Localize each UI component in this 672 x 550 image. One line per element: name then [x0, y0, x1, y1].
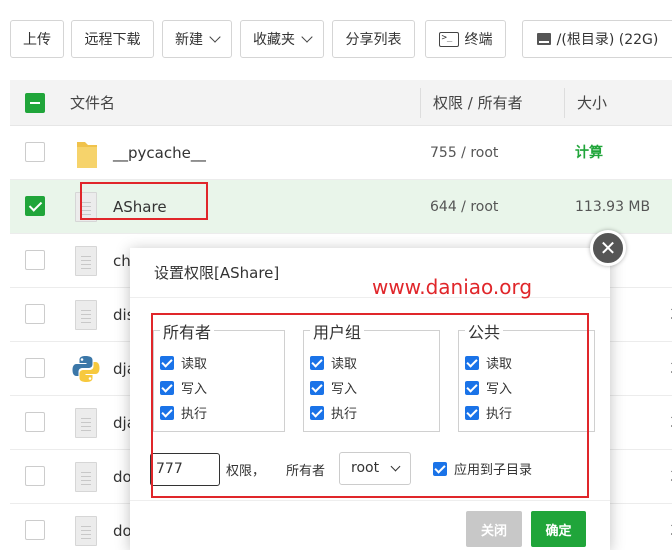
header-perm[interactable]: 权限 / 所有者 [433, 80, 523, 126]
header-size[interactable]: 大小 [577, 80, 607, 126]
row-checkbox[interactable] [25, 142, 45, 162]
file-icon [75, 462, 97, 492]
disk-button[interactable]: /(根目录) (22G) [522, 20, 672, 58]
row-checkbox[interactable] [25, 412, 45, 432]
file-name[interactable]: do [113, 450, 132, 504]
file-size: 113.93 MB [575, 199, 651, 215]
file-icon [75, 408, 97, 438]
toolbar: 上传 远程下载 新建 收藏夹 分享列表 >_ 终端 /(根目录) (22G) [0, 0, 672, 80]
dialog-title: 设置权限[AShare] [130, 248, 610, 298]
favorites-dropdown-button[interactable]: 收藏夹 [240, 20, 324, 58]
table-header: 文件名 权限 / 所有者 大小 [10, 80, 672, 126]
file-name[interactable]: do [113, 504, 132, 550]
file-name[interactable]: ch [113, 234, 131, 288]
chevron-down-icon [301, 31, 313, 43]
highlight-box-file [80, 182, 208, 220]
file-name[interactable]: __pycache__ [113, 126, 206, 180]
calculate-size-link[interactable]: 计算 [575, 126, 603, 180]
chevron-down-icon [209, 31, 221, 43]
file-icon [75, 246, 97, 276]
row-checkbox[interactable] [25, 250, 45, 270]
header-divider [420, 88, 421, 118]
table-row[interactable]: __pycache__ 755 / root 计算 [10, 126, 672, 180]
confirm-button[interactable]: 确定 [531, 511, 586, 547]
terminal-button[interactable]: >_ 终端 [425, 20, 506, 58]
file-perm[interactable]: 755 / root [430, 126, 498, 180]
dialog-footer-divider [130, 500, 610, 501]
disk-icon [536, 33, 551, 45]
watermark: www.daniao.org [372, 275, 533, 299]
remote-download-button[interactable]: 远程下载 [71, 20, 154, 58]
close-button[interactable]: 关闭 [466, 511, 522, 547]
close-icon[interactable]: ✕ [590, 230, 626, 266]
row-checkbox[interactable] [25, 196, 45, 216]
row-checkbox[interactable] [25, 466, 45, 486]
python-icon [72, 354, 100, 384]
row-checkbox[interactable] [25, 520, 45, 540]
new-dropdown-button[interactable]: 新建 [162, 20, 232, 58]
row-checkbox[interactable] [25, 358, 45, 378]
share-list-button[interactable]: 分享列表 [332, 20, 415, 58]
folder-icon [75, 138, 97, 168]
header-divider [564, 88, 565, 118]
header-name[interactable]: 文件名 [70, 80, 115, 126]
file-icon [75, 516, 97, 546]
row-checkbox[interactable] [25, 304, 45, 324]
file-perm[interactable]: 644 / root [430, 180, 498, 234]
file-icon [75, 300, 97, 330]
highlight-box-permissions [151, 313, 589, 498]
terminal-icon: >_ [438, 31, 459, 47]
select-all-checkbox[interactable] [25, 93, 45, 113]
upload-button[interactable]: 上传 [10, 20, 64, 58]
